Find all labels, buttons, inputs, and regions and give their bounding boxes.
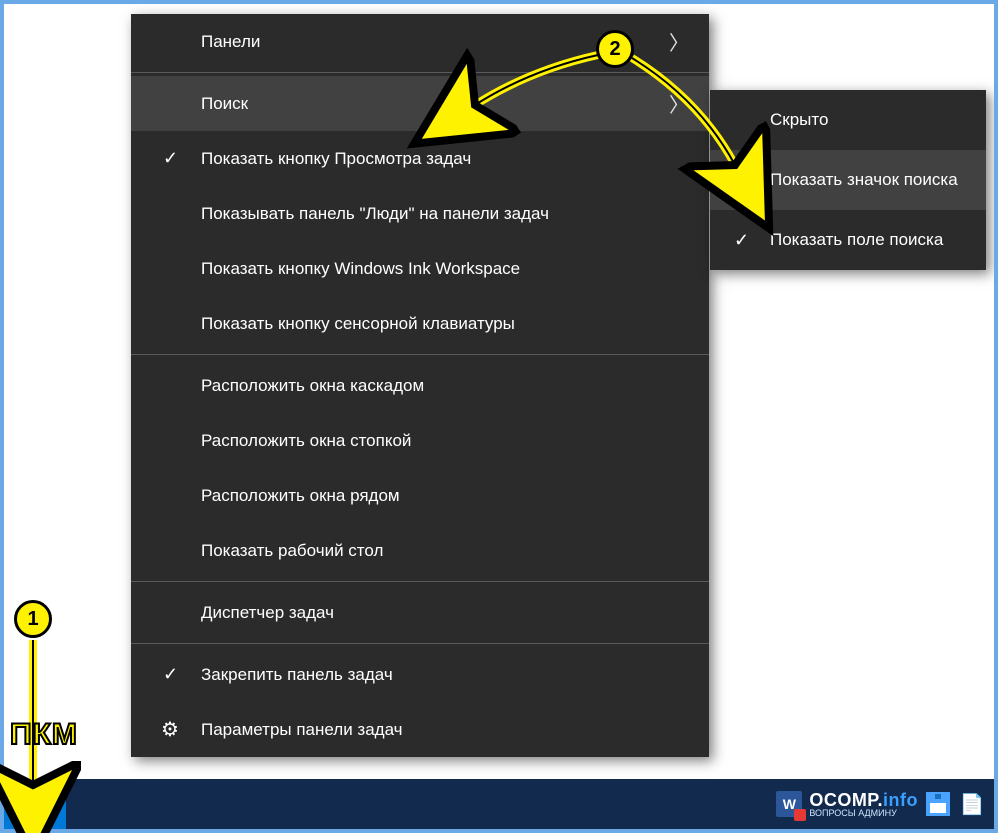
annotation-marker-1: 1	[14, 600, 52, 638]
screenshot-border	[0, 0, 998, 833]
annotation-pkm-label: ПКМ	[10, 718, 78, 752]
annotation-marker-2: 2	[596, 30, 634, 68]
